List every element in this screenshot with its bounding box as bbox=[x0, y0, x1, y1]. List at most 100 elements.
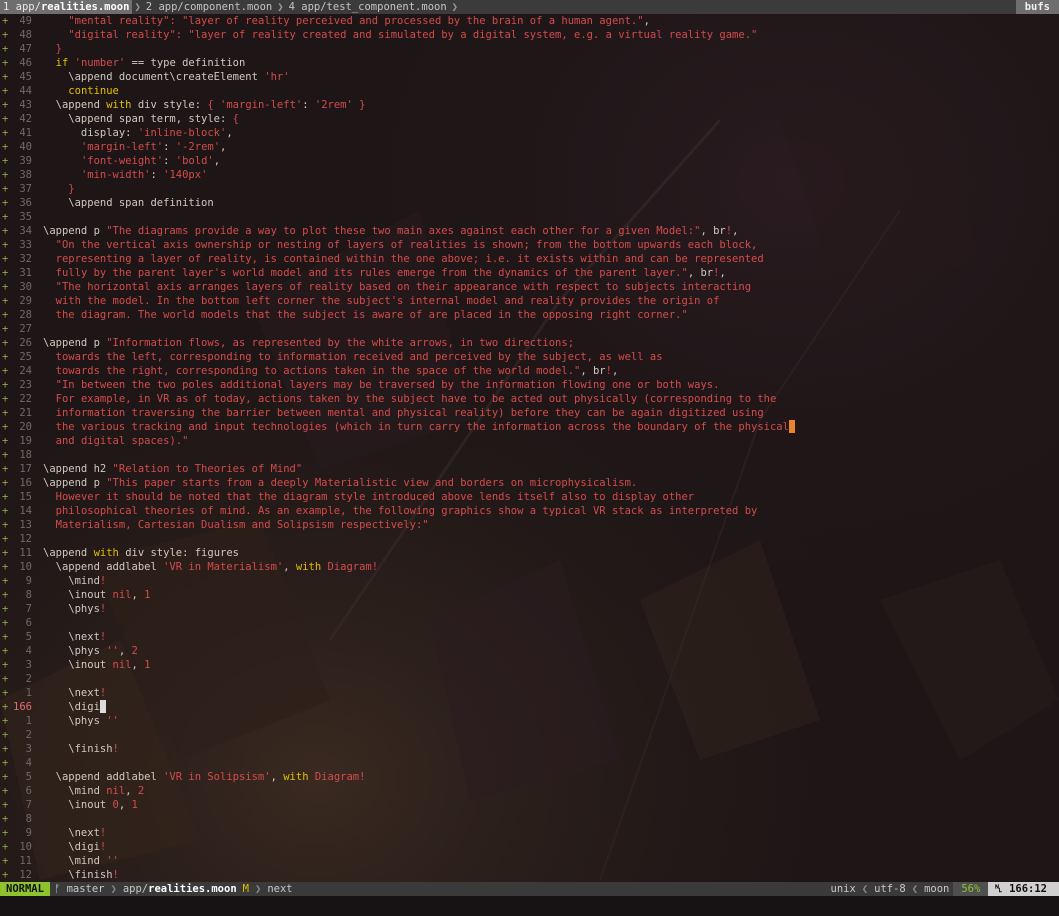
code-line[interactable]: +20 the various tracking and input techn… bbox=[0, 420, 1059, 434]
code-line[interactable]: +32 representing a layer of reality, is … bbox=[0, 252, 1059, 266]
code-line[interactable]: +14 philosophical theories of mind. As a… bbox=[0, 504, 1059, 518]
code-line[interactable]: +18 bbox=[0, 448, 1059, 462]
editor-buffer[interactable]: +49 "mental reality": "layer of reality … bbox=[0, 14, 1059, 882]
code-line[interactable]: +13 Materialism, Cartesian Dualism and S… bbox=[0, 518, 1059, 532]
tab-component[interactable]: 2 app/component.moon bbox=[143, 0, 275, 14]
code-line[interactable]: +40 'margin-left': '-2rem', bbox=[0, 140, 1059, 154]
code-token: } bbox=[68, 183, 75, 195]
line-number: 47 bbox=[19, 43, 32, 55]
current-function: next bbox=[267, 883, 293, 895]
code-line[interactable]: +5 \next! bbox=[0, 630, 1059, 644]
code-line[interactable]: +1 \phys '' bbox=[0, 714, 1059, 728]
code-line[interactable]: +19 and digital spaces)." bbox=[0, 434, 1059, 448]
code-token: ! bbox=[99, 687, 107, 699]
git-sign: + bbox=[2, 309, 9, 321]
command-line[interactable] bbox=[0, 896, 1059, 916]
git-sign: + bbox=[2, 477, 9, 489]
code-token: : bbox=[302, 99, 315, 111]
code-line[interactable]: +48 "digital reality": "layer of reality… bbox=[0, 28, 1059, 42]
code-line[interactable]: +12 bbox=[0, 532, 1059, 546]
tab-realities[interactable]: 1 app/realities.moon bbox=[0, 0, 133, 14]
code-line[interactable]: +26 \append p "Information flows, as repr… bbox=[0, 336, 1059, 350]
line-number: 12 bbox=[19, 533, 32, 545]
code-token: \append p bbox=[43, 225, 107, 237]
code-token: with the model. In the bottom left corne… bbox=[55, 295, 720, 307]
code-token: \mind bbox=[43, 855, 107, 867]
code-line[interactable]: +23 "In between the two poles additional… bbox=[0, 378, 1059, 392]
code-line[interactable]: +44 continue bbox=[0, 84, 1059, 98]
code-line[interactable]: +7 \inout 0, 1 bbox=[0, 798, 1059, 812]
code-line[interactable]: +22 For example, in VR as of today, acti… bbox=[0, 392, 1059, 406]
bufs-indicator[interactable]: bufs bbox=[1015, 0, 1059, 14]
code-line[interactable]: +11 \append with div style: figures bbox=[0, 546, 1059, 560]
code-line[interactable]: +2 bbox=[0, 672, 1059, 686]
line-number: 18 bbox=[19, 449, 32, 461]
code-line[interactable]: +8 bbox=[0, 812, 1059, 826]
code-token: with bbox=[93, 547, 119, 559]
code-line[interactable]: +4 \phys '', 2 bbox=[0, 644, 1059, 658]
git-sign: + bbox=[2, 687, 9, 699]
code-token: ! bbox=[359, 771, 366, 783]
code-line[interactable]: +3 \inout nil, 1 bbox=[0, 658, 1059, 672]
code-line[interactable]: +10 \append addlabel 'VR in Materialism'… bbox=[0, 560, 1059, 574]
code-text: \append span definition bbox=[43, 196, 214, 210]
code-line[interactable]: +39 'font-weight': 'bold', bbox=[0, 154, 1059, 168]
code-line[interactable]: +9 \mind! bbox=[0, 574, 1059, 588]
code-line[interactable]: +43 \append with div style: { 'margin-le… bbox=[0, 98, 1059, 112]
code-line[interactable]: +46 if 'number' == type definition bbox=[0, 56, 1059, 70]
code-text: 'margin-left': '-2rem', bbox=[43, 140, 226, 154]
code-line[interactable]: +3 \finish! bbox=[0, 742, 1059, 756]
code-line[interactable]: +27 bbox=[0, 322, 1059, 336]
code-text: the various tracking and input technolog… bbox=[43, 420, 795, 434]
code-line[interactable]: +5 \append addlabel 'VR in Solipsism', w… bbox=[0, 770, 1059, 784]
code-line[interactable]: +7 \phys! bbox=[0, 602, 1059, 616]
code-token: == type definition bbox=[125, 57, 246, 69]
code-line[interactable]: +12 \finish! bbox=[0, 868, 1059, 882]
code-line[interactable]: +8 \inout nil, 1 bbox=[0, 588, 1059, 602]
code-line[interactable]: +6 \mind nil, 2 bbox=[0, 784, 1059, 798]
line-col: 166:12 bbox=[1009, 883, 1047, 895]
code-line[interactable]: +36 \append span definition bbox=[0, 196, 1059, 210]
code-token: \append h2 bbox=[43, 463, 113, 475]
code-line[interactable]: +45 \append document\createElement 'hr' bbox=[0, 70, 1059, 84]
code-line[interactable]: +2 bbox=[0, 728, 1059, 742]
code-line[interactable]: +35 bbox=[0, 210, 1059, 224]
code-token: 'bold' bbox=[175, 155, 214, 167]
code-line[interactable]: +30 "The horizontal axis arranges layers… bbox=[0, 280, 1059, 294]
tab-test-component[interactable]: 4 app/test_component.moon bbox=[286, 0, 450, 14]
code-line[interactable]: +34 \append p "The diagrams provide a way… bbox=[0, 224, 1059, 238]
code-line[interactable]: +17 \append h2 "Relation to Theories of M… bbox=[0, 462, 1059, 476]
code-token: "digital reality": "layer of reality cre… bbox=[68, 29, 758, 41]
code-token: \append span definition bbox=[43, 197, 214, 209]
code-line[interactable]: +38 'min-width': '140px' bbox=[0, 168, 1059, 182]
code-line[interactable]: +4 bbox=[0, 756, 1059, 770]
code-line[interactable]: +16 \append p "This paper starts from a d… bbox=[0, 476, 1059, 490]
code-line[interactable]: +47 } bbox=[0, 42, 1059, 56]
line-number: 10 bbox=[19, 841, 32, 853]
code-line[interactable]: +25 towards the left, corresponding to i… bbox=[0, 350, 1059, 364]
code-line[interactable]: +1 \next! bbox=[0, 686, 1059, 700]
code-line[interactable]: +42 \append span term, style: { bbox=[0, 112, 1059, 126]
code-token: ! bbox=[99, 575, 107, 587]
git-sign: + bbox=[2, 799, 9, 811]
code-line[interactable]: +6 bbox=[0, 616, 1059, 630]
line-number: 7 bbox=[25, 603, 32, 615]
code-line[interactable]: +21 information traversing the barrier b… bbox=[0, 406, 1059, 420]
code-line[interactable]: +31 fully by the parent layer's world mo… bbox=[0, 266, 1059, 280]
code-line[interactable]: +10 \digi! bbox=[0, 840, 1059, 854]
code-token: \next bbox=[43, 631, 100, 643]
code-line[interactable]: +11 \mind '' bbox=[0, 854, 1059, 868]
code-line[interactable]: +24 towards the right, corresponding to … bbox=[0, 364, 1059, 378]
code-line[interactable]: +28 the diagram. The world models that t… bbox=[0, 308, 1059, 322]
code-line[interactable]: +37 } bbox=[0, 182, 1059, 196]
code-line[interactable]: +49 "mental reality": "layer of reality … bbox=[0, 14, 1059, 28]
code-text: "mental reality": "layer of reality perc… bbox=[43, 14, 650, 28]
code-line[interactable]: +9 \next! bbox=[0, 826, 1059, 840]
code-line[interactable]: +15 However it should be noted that the … bbox=[0, 490, 1059, 504]
code-line[interactable]: +33 "On the vertical axis ownership or n… bbox=[0, 238, 1059, 252]
code-line[interactable]: +29 with the model. In the bottom left c… bbox=[0, 294, 1059, 308]
code-line[interactable]: +166 \digi bbox=[0, 700, 1059, 714]
git-sign: + bbox=[2, 99, 9, 111]
code-token: 'number' bbox=[74, 57, 126, 69]
code-line[interactable]: +41 display: 'inline-block', bbox=[0, 126, 1059, 140]
